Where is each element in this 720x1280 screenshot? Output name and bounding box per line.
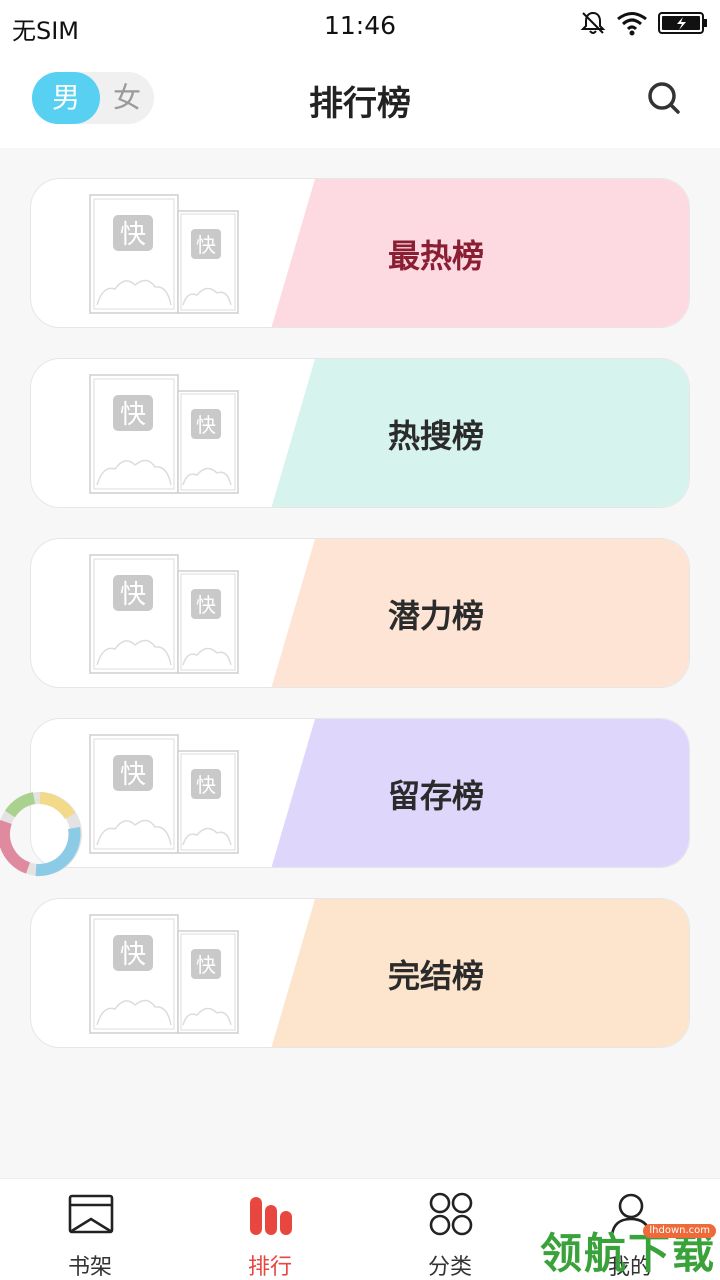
- search-icon[interactable]: [644, 78, 684, 118]
- rank-card-3[interactable]: 快 快 潜力榜: [30, 538, 690, 688]
- tab-label: 排行: [247, 1255, 292, 1280]
- tab-label: 分类: [427, 1255, 472, 1280]
- rank-card-4[interactable]: 快 快 留存榜: [30, 718, 690, 868]
- rank-label: 最热榜: [387, 237, 484, 275]
- tab-category[interactable]: 分类: [360, 1179, 540, 1280]
- svg-text:快: 快: [196, 773, 216, 797]
- svg-text:快: 快: [196, 593, 216, 617]
- svg-text:快: 快: [120, 760, 146, 790]
- book-cover-placeholder-icon: 快 快: [89, 554, 239, 674]
- mute-bell-icon: [580, 10, 606, 40]
- book-cover-placeholder-icon: 快 快: [89, 734, 239, 854]
- rank-label: 潜力榜: [387, 597, 484, 635]
- svg-text:快: 快: [196, 233, 216, 257]
- bookshelf-icon: [68, 1191, 114, 1237]
- rank-list: 快 快 最热榜 快 快 热搜榜 快 快 潜力榜 快 快 留存榜 快 快 完结榜: [30, 178, 690, 1078]
- page-title: 排行榜: [309, 84, 411, 124]
- wifi-icon: [616, 10, 648, 40]
- svg-text:快: 快: [120, 580, 146, 610]
- category-grid-icon: [428, 1191, 474, 1237]
- watermark-logo: 领航下载 lhdown.com: [536, 1216, 720, 1280]
- battery-charging-icon: [658, 11, 708, 39]
- book-cover-placeholder-icon: 快 快: [89, 374, 239, 494]
- svg-text:快: 快: [120, 400, 146, 430]
- top-navbar: 男 女 排行榜: [0, 52, 720, 148]
- ranking-bars-icon: [248, 1191, 294, 1237]
- rank-label: 完结榜: [387, 957, 484, 995]
- status-icons: [580, 10, 708, 40]
- svg-text:快: 快: [196, 413, 216, 437]
- svg-text:快: 快: [120, 940, 146, 970]
- tab-ranking[interactable]: 排行: [180, 1179, 360, 1280]
- rank-card-2[interactable]: 快 快 热搜榜: [30, 358, 690, 508]
- tab-bookshelf[interactable]: 书架: [0, 1179, 180, 1280]
- rank-card-5[interactable]: 快 快 完结榜: [30, 898, 690, 1048]
- book-cover-placeholder-icon: 快 快: [89, 914, 239, 1034]
- rank-card-1[interactable]: 快 快 最热榜: [30, 178, 690, 328]
- tab-label: 书架: [67, 1255, 112, 1280]
- book-cover-placeholder-icon: 快 快: [89, 194, 239, 314]
- svg-text:快: 快: [120, 220, 146, 250]
- rank-label: 留存榜: [387, 777, 484, 815]
- loading-ring-icon[interactable]: [0, 788, 86, 880]
- svg-text:快: 快: [196, 953, 216, 977]
- watermark-url: lhdown.com: [643, 1224, 716, 1238]
- status-bar: 无SIM 11:46: [0, 0, 720, 52]
- rank-label: 热搜榜: [387, 417, 484, 455]
